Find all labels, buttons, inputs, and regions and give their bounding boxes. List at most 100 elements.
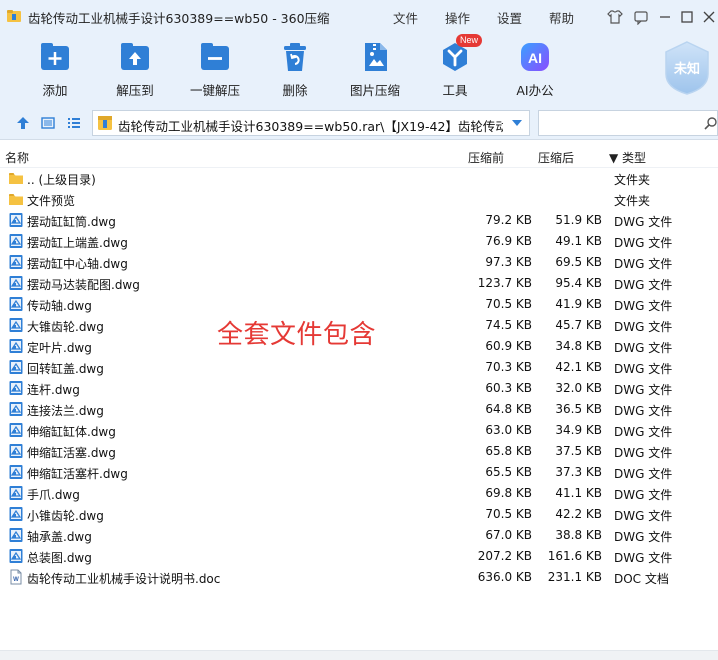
unknown-status-badge[interactable]: 未知 xyxy=(662,40,712,96)
add-button[interactable]: 添加 xyxy=(20,38,90,100)
menu-file[interactable]: 文件 xyxy=(393,8,418,27)
file-row[interactable]: 伸缩缸活塞杆.dwg 65.5 KB 37.3 KB DWG 文件 xyxy=(0,462,718,483)
up-arrow-icon[interactable] xyxy=(15,115,31,131)
file-unpacked-size: 38.8 KB xyxy=(555,528,602,542)
file-row[interactable]: 伸缩缸缸体.dwg 63.0 KB 34.9 KB DWG 文件 xyxy=(0,420,718,441)
column-header-type[interactable]: ▼ 类型 xyxy=(609,149,646,166)
thumbnail-view-icon[interactable] xyxy=(40,115,56,131)
file-row[interactable]: 轴承盖.dwg 67.0 KB 38.8 KB DWG 文件 xyxy=(0,525,718,546)
menu-settings[interactable]: 设置 xyxy=(497,8,522,27)
file-row[interactable]: 摆动马达装配图.dwg 123.7 KB 95.4 KB DWG 文件 xyxy=(0,273,718,294)
file-packed-size: 76.9 KB xyxy=(485,234,532,248)
dwg-file-icon xyxy=(8,254,24,270)
file-type: DWG 文件 xyxy=(614,341,673,355)
maximize-icon[interactable] xyxy=(678,8,696,26)
dwg-file-icon xyxy=(8,359,24,375)
file-row[interactable]: 摆动缸缸筒.dwg 79.2 KB 51.9 KB DWG 文件 xyxy=(0,210,718,231)
file-type: DWG 文件 xyxy=(614,488,673,502)
file-name: 伸缩缸活塞杆.dwg xyxy=(27,467,128,481)
file-unpacked-size: 49.1 KB xyxy=(555,234,602,248)
column-header-name[interactable]: 名称 xyxy=(5,149,29,166)
extract-to-label: 解压到 xyxy=(116,83,154,98)
file-packed-size: 67.0 KB xyxy=(485,528,532,542)
file-type: DWG 文件 xyxy=(614,320,673,334)
one-click-extract-button[interactable]: 一键解压 xyxy=(180,38,250,100)
file-row[interactable]: 小锥齿轮.dwg 70.5 KB 42.2 KB DWG 文件 xyxy=(0,504,718,525)
extract-to-button[interactable]: 解压到 xyxy=(100,38,170,100)
close-icon[interactable] xyxy=(700,8,718,26)
file-row[interactable]: 传动轴.dwg 70.5 KB 41.9 KB DWG 文件 xyxy=(0,294,718,315)
dwg-file-icon xyxy=(8,443,24,459)
file-type: DWG 文件 xyxy=(614,362,673,376)
file-row[interactable]: 伸缩缸活塞.dwg 65.8 KB 37.5 KB DWG 文件 xyxy=(0,441,718,462)
file-row[interactable]: 文件预览 文件夹 xyxy=(0,189,718,210)
svg-text:W: W xyxy=(13,577,19,583)
file-list-header: 名称 压缩前 压缩后 ▼ 类型 xyxy=(0,140,718,168)
search-icon[interactable] xyxy=(703,116,717,130)
delete-button[interactable]: 删除 xyxy=(260,38,330,100)
skin-icon[interactable] xyxy=(606,8,624,26)
file-name: 总装图.dwg xyxy=(27,551,92,565)
file-type: DWG 文件 xyxy=(614,530,673,544)
tools-button[interactable]: New 工具 xyxy=(420,34,490,100)
file-row[interactable]: W 齿轮传动工业机械手设计说明书.doc 636.0 KB 231.1 KB DOC 文… xyxy=(0,567,718,588)
file-unpacked-size: 34.8 KB xyxy=(555,339,602,353)
file-name: 大锥齿轮.dwg xyxy=(27,320,104,334)
dwg-file-icon xyxy=(8,296,24,312)
column-header-unpacked-size[interactable]: 压缩后 xyxy=(538,149,574,166)
column-header-packed-size[interactable]: 压缩前 xyxy=(468,149,504,166)
dwg-file-icon xyxy=(8,212,24,228)
file-type: DOC 文档 xyxy=(614,572,669,586)
address-row: 齿轮传动工业机械手设计630389==wb50.rar\【JX19-42】齿轮传… xyxy=(0,106,718,140)
file-type: DWG 文件 xyxy=(614,467,673,481)
list-view-icon[interactable] xyxy=(66,115,82,131)
file-packed-size: 65.8 KB xyxy=(485,444,532,458)
dwg-file-icon xyxy=(8,422,24,438)
file-type: 文件夹 xyxy=(614,173,651,187)
ai-office-label: AI办公 xyxy=(516,83,554,98)
delete-icon xyxy=(278,40,312,74)
file-name: 摆动马达装配图.dwg xyxy=(27,278,140,292)
file-name: 文件预览 xyxy=(27,194,76,208)
path-dropdown-icon[interactable] xyxy=(511,119,523,127)
image-compress-button[interactable]: 图片压缩 xyxy=(340,38,410,100)
file-packed-size: 636.0 KB xyxy=(477,570,532,584)
file-type: DWG 文件 xyxy=(614,509,673,523)
file-name: 摆动缸缸筒.dwg xyxy=(27,215,116,229)
minimize-icon[interactable] xyxy=(656,8,674,26)
file-row[interactable]: 摆动缸上端盖.dwg 76.9 KB 49.1 KB DWG 文件 xyxy=(0,231,718,252)
ai-office-button[interactable]: AI AI办公 xyxy=(500,38,570,100)
menu-operation[interactable]: 操作 xyxy=(445,8,470,27)
doc-file-icon: W xyxy=(8,569,24,585)
new-badge: New xyxy=(455,34,482,47)
dwg-file-icon xyxy=(8,485,24,501)
menu-help[interactable]: 帮助 xyxy=(549,8,574,27)
file-row[interactable]: .. (上级目录) 文件夹 xyxy=(0,168,718,189)
file-row[interactable]: 回转缸盖.dwg 70.3 KB 42.1 KB DWG 文件 xyxy=(0,357,718,378)
file-unpacked-size: 42.1 KB xyxy=(555,360,602,374)
file-row[interactable]: 摆动缸中心轴.dwg 97.3 KB 69.5 KB DWG 文件 xyxy=(0,252,718,273)
folder-icon xyxy=(8,170,24,186)
search-input[interactable] xyxy=(543,112,703,134)
status-bar xyxy=(0,650,718,660)
archive-app-icon xyxy=(7,10,21,22)
file-name: .. (上级目录) xyxy=(27,173,96,187)
file-name: 定叶片.dwg xyxy=(27,341,92,355)
file-type: 文件夹 xyxy=(614,194,651,208)
file-name: 齿轮传动工业机械手设计说明书.doc xyxy=(27,572,221,586)
file-name: 摆动缸中心轴.dwg xyxy=(27,257,128,271)
path-bar[interactable]: 齿轮传动工业机械手设计630389==wb50.rar\【JX19-42】齿轮传… xyxy=(92,110,530,136)
file-row[interactable]: 手爪.dwg 69.8 KB 41.1 KB DWG 文件 xyxy=(0,483,718,504)
file-row[interactable]: 连接法兰.dwg 64.8 KB 36.5 KB DWG 文件 xyxy=(0,399,718,420)
svg-text:AI: AI xyxy=(528,50,542,66)
toolbar: 添加 解压到 一键解压 删除 图片压缩 New 工具 AI AI办公 未知 xyxy=(0,34,718,106)
file-unpacked-size: 36.5 KB xyxy=(555,402,602,416)
file-row[interactable]: 总装图.dwg 207.2 KB 161.6 KB DWG 文件 xyxy=(0,546,718,567)
file-row[interactable]: 连杆.dwg 60.3 KB 32.0 KB DWG 文件 xyxy=(0,378,718,399)
search-box[interactable] xyxy=(538,110,718,136)
tools-label: 工具 xyxy=(442,83,468,98)
feedback-icon[interactable] xyxy=(632,8,650,26)
file-packed-size: 60.9 KB xyxy=(485,339,532,353)
dwg-file-icon xyxy=(8,317,24,333)
file-packed-size: 69.8 KB xyxy=(485,486,532,500)
